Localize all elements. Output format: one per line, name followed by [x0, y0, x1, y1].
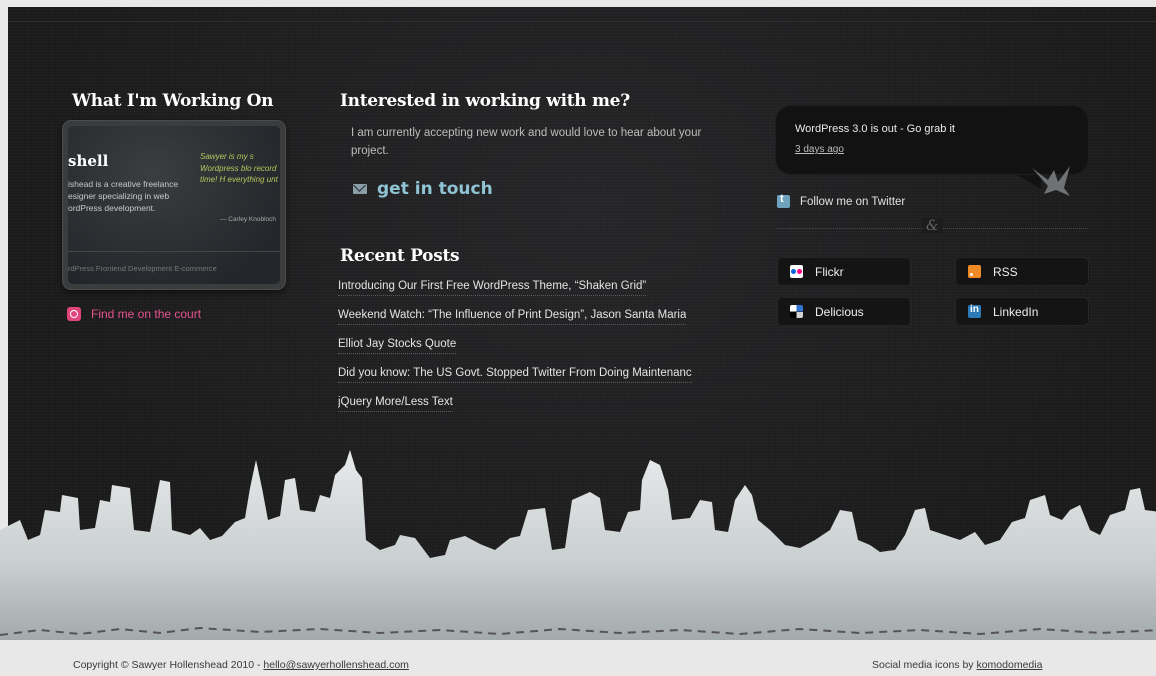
- follow-twitter-link[interactable]: Follow me on Twitter: [777, 193, 906, 208]
- dribbble-link[interactable]: Find me on the court: [67, 307, 201, 321]
- get-in-touch-label: get in touch: [377, 179, 493, 199]
- linkedin-icon: [968, 304, 981, 318]
- recent-posts-list: Introducing Our First Free WordPress The…: [338, 280, 692, 425]
- portfolio-tags: rdPress Frontend Development E-commerce: [68, 264, 217, 273]
- post-item[interactable]: Weekend Watch: “The Influence of Print D…: [338, 309, 692, 338]
- dribbble-link-label: Find me on the court: [91, 307, 202, 321]
- bird-icon: [1032, 166, 1070, 196]
- post-link[interactable]: Did you know: The US Govt. Stopped Twitt…: [338, 367, 692, 383]
- post-link[interactable]: Elliot Jay Stocks Quote: [338, 338, 457, 354]
- komodomedia-link[interactable]: komodomedia: [976, 659, 1042, 671]
- tweet-text: WordPress 3.0 is out - Go grab it: [795, 123, 955, 135]
- portfolio-description: ishead is a creative freelance esigner s…: [68, 179, 179, 213]
- portfolio-title: shell: [68, 152, 109, 170]
- post-item[interactable]: Elliot Jay Stocks Quote: [338, 338, 692, 367]
- portfolio-quote: Sawyer is my s Wordpress blo record time…: [200, 152, 278, 184]
- footer: Copyright © Sawyer Hollenshead 2010 - he…: [0, 640, 1156, 676]
- city-skyline-illustration: [0, 450, 1156, 640]
- get-in-touch-link[interactable]: get in touch: [353, 179, 493, 199]
- portfolio-screenshot: shell ishead is a creative freelance esi…: [68, 126, 280, 284]
- post-item[interactable]: Did you know: The US Govt. Stopped Twitt…: [338, 367, 692, 396]
- flickr-icon: [790, 265, 803, 278]
- rss-icon: [968, 265, 981, 278]
- contact-intro: I am currently accepting new work and wo…: [351, 127, 702, 157]
- portfolio-preview[interactable]: shell ishead is a creative freelance esi…: [63, 121, 285, 289]
- flickr-button[interactable]: Flickr: [777, 257, 911, 286]
- recent-posts-heading: Recent Posts: [340, 246, 460, 266]
- copyright-text: Copyright © Sawyer Hollenshead 2010 - he…: [73, 659, 409, 671]
- ampersand: &: [922, 218, 943, 234]
- tweet-timestamp-link[interactable]: 3 days ago: [795, 144, 844, 155]
- post-item[interactable]: jQuery More/Less Text: [338, 396, 692, 425]
- copyright-label: Copyright © Sawyer Hollenshead 2010 -: [73, 659, 264, 671]
- delicious-label: Delicious: [815, 304, 864, 319]
- post-link[interactable]: Introducing Our First Free WordPress The…: [338, 280, 647, 296]
- post-link[interactable]: Weekend Watch: “The Influence of Print D…: [338, 309, 687, 325]
- dribbble-icon: [67, 307, 81, 321]
- post-link[interactable]: jQuery More/Less Text: [338, 396, 453, 412]
- rss-button[interactable]: RSS: [955, 257, 1089, 286]
- post-item[interactable]: Introducing Our First Free WordPress The…: [338, 280, 692, 309]
- portfolio-divider: [68, 251, 280, 252]
- follow-twitter-label: Follow me on Twitter: [800, 195, 906, 208]
- rss-label: RSS: [993, 264, 1018, 279]
- credits-label: Social media icons by: [872, 659, 977, 671]
- linkedin-label: LinkedIn: [993, 304, 1039, 319]
- top-divider: [8, 21, 1156, 22]
- portfolio-quote-author: — Carley Knobloch: [220, 216, 276, 223]
- envelope-icon: [353, 184, 367, 194]
- delicious-button[interactable]: Delicious: [777, 297, 911, 326]
- icon-credits: Social media icons by komodomedia: [872, 659, 1042, 671]
- working-on-heading: What I'm Working On: [72, 91, 274, 111]
- contact-heading: Interested in working with me?: [340, 91, 630, 111]
- email-link[interactable]: hello@sawyerhollenshead.com: [263, 659, 409, 671]
- delicious-icon: [790, 305, 803, 318]
- flickr-label: Flickr: [815, 264, 844, 279]
- linkedin-button[interactable]: LinkedIn: [955, 297, 1089, 326]
- twitter-icon: [777, 193, 790, 208]
